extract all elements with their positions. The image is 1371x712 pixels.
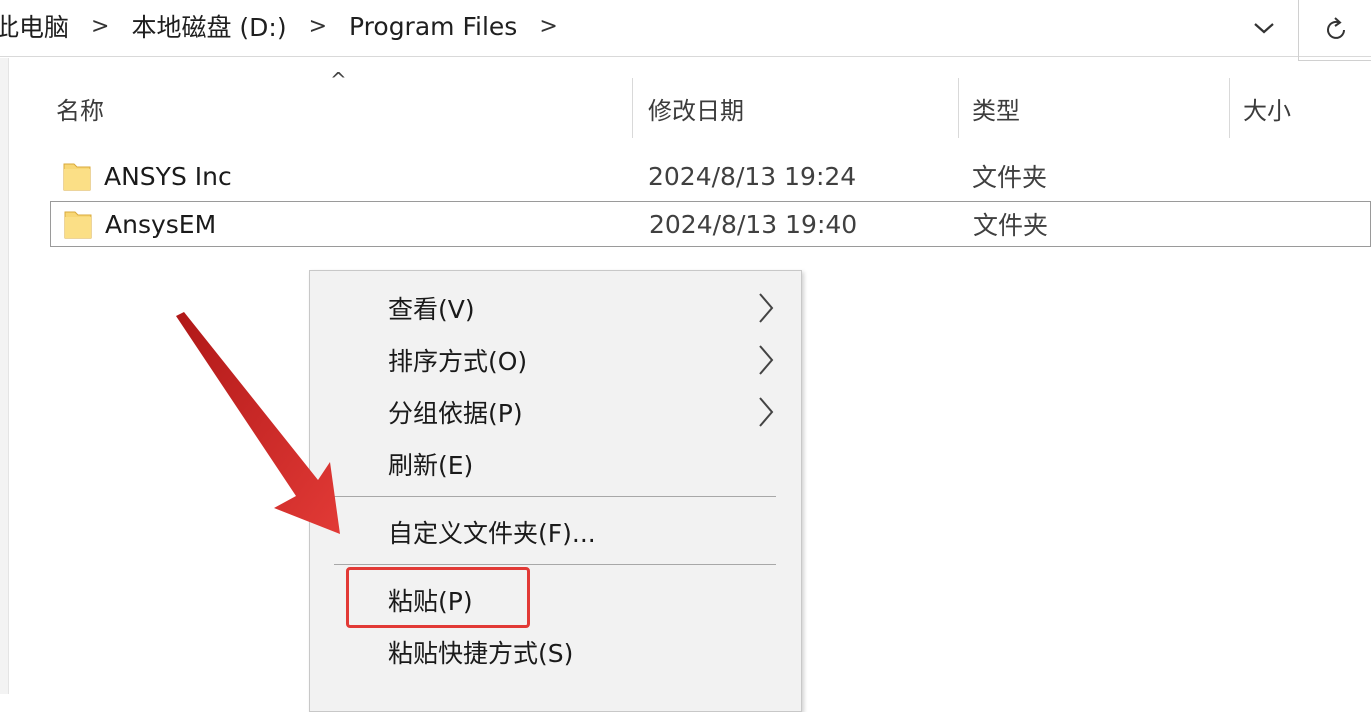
context-menu: 查看(V) 排序方式(O) 分组依据(P) 刷新(E) 自定义文件夹(F)...…: [309, 270, 802, 712]
file-name: AnsysEM: [105, 209, 217, 239]
breadcrumb-this-pc[interactable]: 此电脑: [0, 8, 69, 44]
breadcrumb: 此电脑 > 本地磁盘 (D:) > Program Files >: [0, 0, 580, 52]
breadcrumb-separator[interactable]: >: [91, 14, 109, 39]
file-date: 2024/8/13 19:24: [648, 161, 857, 191]
column-header-date[interactable]: 修改日期: [648, 78, 958, 138]
column-header-name[interactable]: 名称: [56, 78, 632, 138]
file-date: 2024/8/13 19:40: [649, 209, 858, 239]
column-divider[interactable]: [632, 78, 633, 138]
menu-item-label: 刷新(E): [388, 451, 474, 480]
column-divider[interactable]: [958, 78, 959, 138]
menu-item-label: 查看(V): [388, 295, 475, 324]
menu-item-label: 粘贴快捷方式(S): [388, 639, 574, 668]
column-header-size[interactable]: 大小: [1243, 78, 1371, 138]
refresh-icon: [1326, 17, 1345, 39]
address-bar[interactable]: 此电脑 > 本地磁盘 (D:) > Program Files >: [0, 0, 1371, 57]
annotation-arrow-icon: [176, 312, 340, 534]
folder-icon: [63, 163, 91, 191]
file-row-ansys-inc[interactable]: ANSYS Inc 2024/8/13 19:24 文件夹: [50, 153, 1371, 199]
menu-item-label: 自定义文件夹(F)...: [388, 519, 596, 548]
breadcrumb-local-disk[interactable]: 本地磁盘 (D:): [131, 8, 286, 44]
navigation-pane-edge: [0, 58, 9, 694]
menu-item-label: 排序方式(O): [388, 347, 528, 376]
menu-item-group-by[interactable]: 分组依据(P): [310, 387, 801, 437]
file-name: ANSYS Inc: [104, 161, 232, 191]
folder-icon: [64, 211, 92, 239]
chevron-right-icon: [759, 345, 774, 375]
menu-item-view[interactable]: 查看(V): [310, 283, 801, 333]
breadcrumb-separator[interactable]: >: [309, 14, 327, 39]
menu-item-sort-by[interactable]: 排序方式(O): [310, 335, 801, 385]
menu-item-paste-shortcut[interactable]: 粘贴快捷方式(S): [310, 627, 801, 677]
menu-item-refresh[interactable]: 刷新(E): [310, 439, 801, 489]
address-history-button[interactable]: [1240, 6, 1288, 50]
file-row-ansysem[interactable]: AnsysEM 2024/8/13 19:40 文件夹: [50, 201, 1371, 247]
breadcrumb-program-files[interactable]: Program Files: [349, 12, 517, 41]
refresh-button[interactable]: [1298, 0, 1371, 61]
annotation-highlight-box: [346, 567, 530, 628]
menu-item-customize-folder[interactable]: 自定义文件夹(F)...: [310, 507, 801, 557]
column-header-type[interactable]: 类型: [972, 78, 1229, 138]
menu-separator: [334, 564, 776, 565]
menu-item-label: 分组依据(P): [388, 399, 523, 428]
file-type: 文件夹: [973, 211, 1049, 240]
chevron-down-icon: [1254, 23, 1274, 34]
chevron-right-icon: [759, 293, 774, 323]
file-type: 文件夹: [972, 163, 1048, 192]
menu-separator: [334, 496, 776, 497]
breadcrumb-separator[interactable]: >: [539, 14, 557, 39]
chevron-right-icon: [759, 397, 774, 427]
column-divider[interactable]: [1229, 78, 1230, 138]
